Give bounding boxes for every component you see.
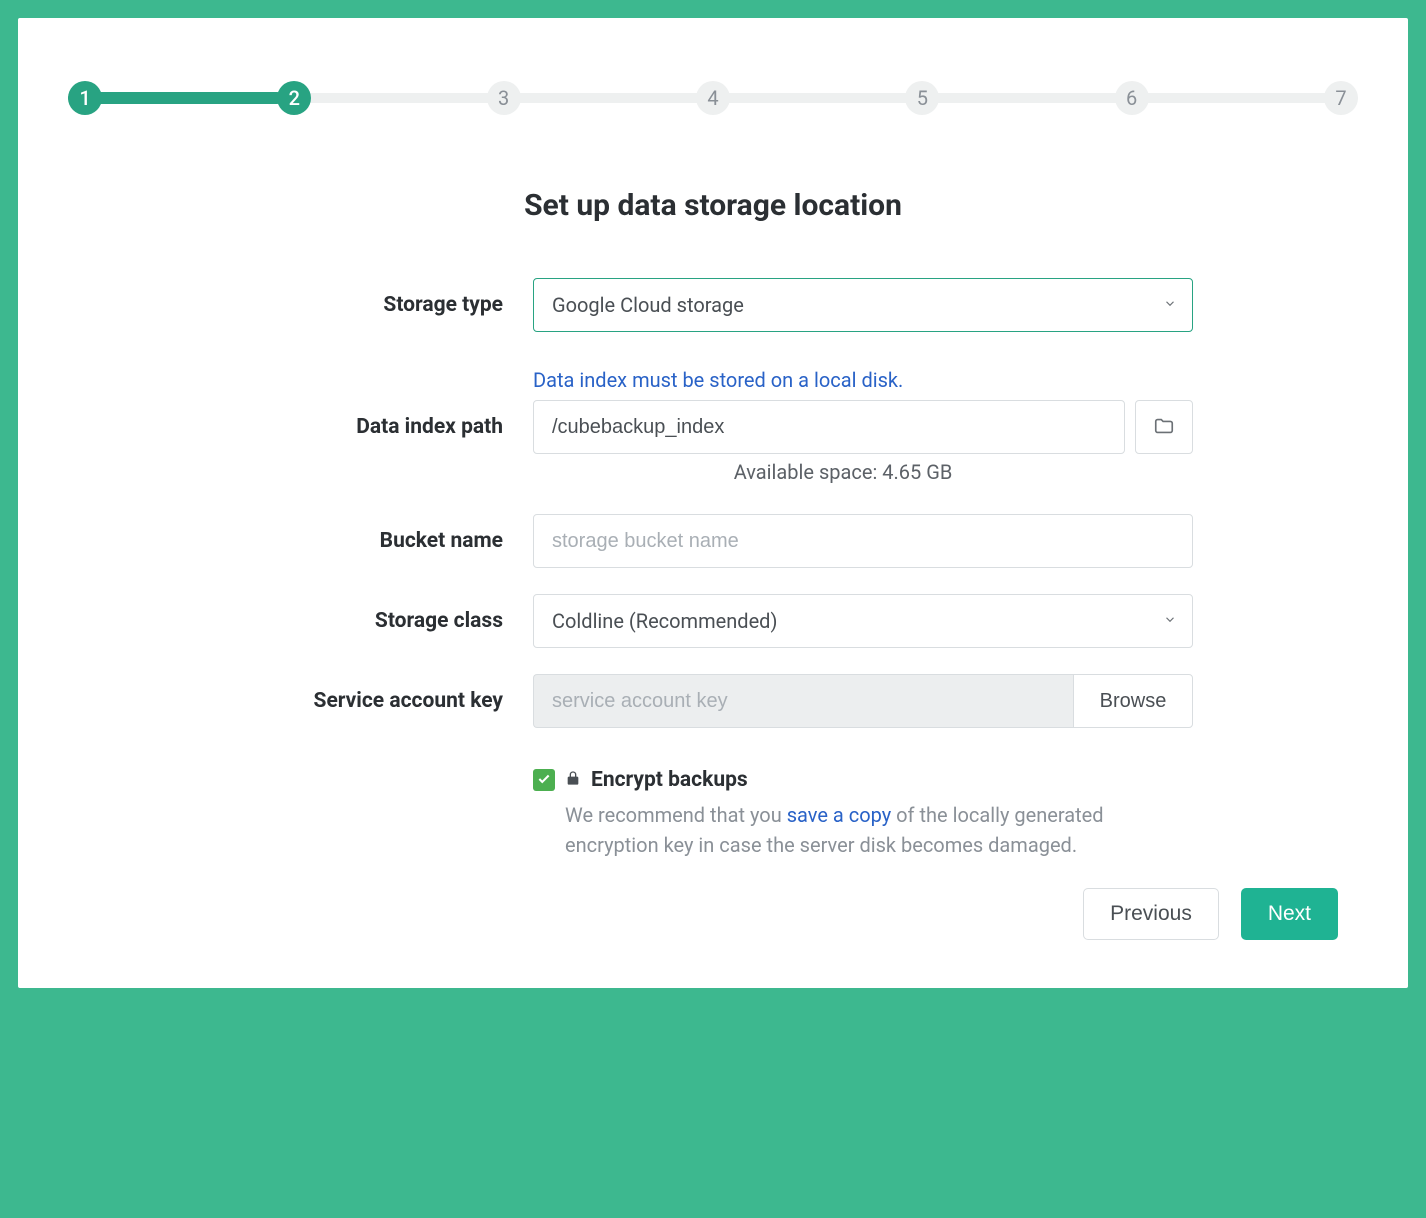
service-account-key-input[interactable] (533, 674, 1073, 728)
stepper: 1 2 3 4 5 6 7 (68, 78, 1358, 118)
index-hint: Data index must be stored on a local dis… (533, 368, 903, 392)
encrypt-checkbox[interactable] (533, 769, 555, 791)
step-1[interactable]: 1 (68, 81, 102, 115)
storage-class-value: Coldline (Recommended) (552, 609, 777, 633)
wizard-card: 1 2 3 4 5 6 7 Set up data storage locati… (18, 18, 1408, 988)
previous-button[interactable]: Previous (1083, 888, 1219, 940)
save-copy-link[interactable]: save a copy (787, 803, 891, 827)
form: Storage type Google Cloud storage Data i… (233, 278, 1193, 860)
step-6: 6 (1115, 81, 1149, 115)
storage-type-select[interactable]: Google Cloud storage (533, 278, 1193, 332)
encrypt-description: We recommend that you save a copy of the… (565, 800, 1193, 860)
step-2[interactable]: 2 (277, 81, 311, 115)
encrypt-desc-before: We recommend that you (565, 803, 787, 827)
step-3: 3 (487, 81, 521, 115)
next-button[interactable]: Next (1241, 888, 1338, 940)
browse-folder-button[interactable] (1135, 400, 1193, 454)
service-account-key-label: Service account key (233, 689, 533, 713)
data-index-path-label: Data index path (233, 415, 533, 439)
footer-actions: Previous Next (1083, 888, 1338, 940)
step-4: 4 (696, 81, 730, 115)
page-title: Set up data storage location (68, 188, 1358, 223)
step-7: 7 (1324, 81, 1358, 115)
storage-class-label: Storage class (233, 609, 533, 633)
storage-class-select[interactable]: Coldline (Recommended) (533, 594, 1193, 648)
bucket-name-input[interactable] (533, 514, 1193, 568)
storage-type-label: Storage type (233, 293, 533, 317)
step-5: 5 (905, 81, 939, 115)
data-index-path-input[interactable] (533, 400, 1125, 454)
service-account-browse-button[interactable]: Browse (1073, 674, 1193, 728)
check-icon (537, 771, 551, 790)
lock-icon (565, 770, 581, 791)
folder-icon (1153, 415, 1175, 440)
bucket-name-label: Bucket name (233, 529, 533, 553)
available-space: Available space: 4.65 GB (533, 460, 1153, 484)
storage-type-value: Google Cloud storage (552, 293, 744, 317)
encrypt-label: Encrypt backups (591, 768, 748, 792)
